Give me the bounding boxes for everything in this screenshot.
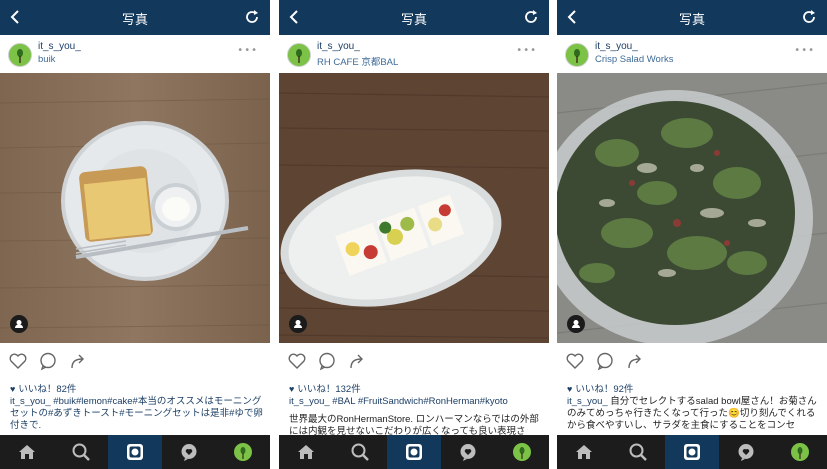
- top-nav-bar: 写真: [0, 0, 270, 35]
- camera-icon: [406, 444, 422, 460]
- tagged-user-icon[interactable]: [289, 315, 307, 333]
- post-location[interactable]: Crisp Salad Works: [595, 54, 674, 65]
- top-nav-bar: 写真: [279, 0, 549, 35]
- post-photo[interactable]: [557, 73, 827, 343]
- avatar[interactable]: [287, 43, 311, 67]
- post-actions: [287, 351, 407, 371]
- camera-icon: [127, 444, 143, 460]
- bottom-tab-bar: [279, 435, 549, 469]
- caption-username[interactable]: it_s_you_: [567, 396, 608, 407]
- post-caption: it_s_you_ #BAL #FruitSandwich#RonHerman#…: [289, 396, 543, 408]
- activity-icon: [738, 444, 754, 461]
- tab-search[interactable]: [54, 435, 108, 469]
- post-caption: it_s_you_ #buik#lemon#cake#本当のオススメはモーニング…: [10, 396, 264, 433]
- more-dots-icon[interactable]: •••: [516, 45, 537, 56]
- post-username[interactable]: it_s_you_: [595, 41, 638, 52]
- caption-text: #BAL #FruitSandwich#RonHerman#kyoto: [329, 396, 508, 407]
- heart-icon[interactable]: [8, 351, 28, 371]
- share-icon[interactable]: [68, 351, 88, 371]
- profile-icon: [791, 443, 809, 461]
- tab-home[interactable]: [0, 435, 54, 469]
- screen-title: 写真: [400, 13, 427, 28]
- heart-small-icon: ♥: [10, 384, 16, 394]
- likes-count[interactable]: ♥ いいね！92件: [567, 381, 633, 395]
- tab-camera[interactable]: [665, 435, 719, 469]
- camera-icon: [684, 444, 700, 460]
- profile-icon: [234, 443, 252, 461]
- top-nav-bar: 写真: [557, 0, 827, 35]
- post-caption: it_s_you_ 自分でセレクトするsalad bowl屋さん！お菊さんのみて…: [567, 396, 821, 433]
- tab-search[interactable]: [611, 435, 665, 469]
- refresh-icon[interactable]: [244, 9, 260, 25]
- heart-icon[interactable]: [287, 351, 307, 371]
- post-location[interactable]: buik: [38, 54, 55, 65]
- avatar[interactable]: [565, 43, 589, 67]
- activity-icon: [460, 444, 476, 461]
- heart-icon[interactable]: [565, 351, 585, 371]
- post-location[interactable]: RH CAFE 京都BAL: [317, 54, 398, 68]
- comment-icon[interactable]: [38, 351, 58, 371]
- refresh-icon[interactable]: [801, 9, 817, 25]
- tab-camera[interactable]: [387, 435, 441, 469]
- tagged-user-icon[interactable]: [10, 315, 28, 333]
- likes-count[interactable]: ♥ いいね！82件: [10, 381, 76, 395]
- search-icon: [72, 443, 90, 461]
- bottom-tab-bar: [557, 435, 827, 469]
- tab-home[interactable]: [557, 435, 611, 469]
- caption-username[interactable]: it_s_you_: [289, 396, 330, 407]
- tab-profile[interactable]: [495, 435, 549, 469]
- comment-icon[interactable]: [595, 351, 615, 371]
- post-photo[interactable]: [279, 73, 549, 343]
- post-screen-2: 写真 it_s_you_ RH CAFE 京都BAL ••• ♥ いいね！132…: [279, 0, 549, 469]
- comment-icon[interactable]: [317, 351, 337, 371]
- tab-profile[interactable]: [216, 435, 270, 469]
- home-icon: [576, 445, 592, 459]
- tab-activity[interactable]: [441, 435, 495, 469]
- heart-small-icon: ♥: [567, 384, 573, 394]
- search-icon: [629, 443, 647, 461]
- post-photo[interactable]: [0, 73, 270, 343]
- home-icon: [19, 445, 35, 459]
- more-dots-icon[interactable]: •••: [794, 45, 815, 56]
- share-icon[interactable]: [347, 351, 367, 371]
- share-icon[interactable]: [625, 351, 645, 371]
- screen-title: 写真: [121, 13, 148, 28]
- post-actions: [8, 351, 128, 371]
- post-actions: [565, 351, 685, 371]
- home-icon: [298, 445, 314, 459]
- post-username[interactable]: it_s_you_: [38, 41, 81, 52]
- tab-activity[interactable]: [719, 435, 773, 469]
- tab-profile[interactable]: [773, 435, 827, 469]
- heart-small-icon: ♥: [289, 384, 295, 394]
- refresh-icon[interactable]: [523, 9, 539, 25]
- screen-title: 写真: [678, 13, 705, 28]
- search-icon: [351, 443, 369, 461]
- tagged-user-icon[interactable]: [567, 315, 585, 333]
- tab-activity[interactable]: [162, 435, 216, 469]
- avatar[interactable]: [8, 43, 32, 67]
- caption-username[interactable]: it_s_you_: [10, 396, 51, 407]
- tab-search[interactable]: [333, 435, 387, 469]
- likes-count[interactable]: ♥ いいね！132件: [289, 381, 361, 395]
- post-screen-3: 写真 it_s_you_ Crisp Salad Works ••• ♥ いいね…: [557, 0, 827, 469]
- tab-home[interactable]: [279, 435, 333, 469]
- profile-icon: [513, 443, 531, 461]
- tab-camera[interactable]: [108, 435, 162, 469]
- bottom-tab-bar: [0, 435, 270, 469]
- post-username[interactable]: it_s_you_: [317, 41, 360, 52]
- post-screen-1: 写真 it_s_you_ buik ••• ♥ いいね！82件 it_s_you…: [0, 0, 270, 469]
- activity-icon: [181, 444, 197, 461]
- more-dots-icon[interactable]: •••: [237, 45, 258, 56]
